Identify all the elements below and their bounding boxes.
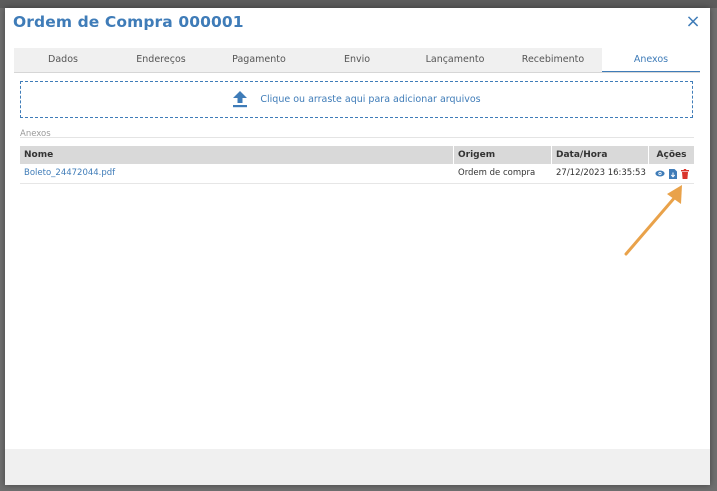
view-button[interactable] bbox=[654, 170, 665, 177]
tab-pagamento[interactable]: Pagamento bbox=[210, 48, 308, 72]
dialog-title: Ordem de Compra 000001 bbox=[13, 13, 244, 31]
tab-anexos[interactable]: Anexos bbox=[602, 48, 700, 73]
column-header-name[interactable]: Nome bbox=[20, 146, 454, 164]
backdrop bbox=[0, 0, 717, 8]
tab-bar: Dados Endereços Pagamento Envio Lançamen… bbox=[14, 48, 700, 73]
file-dropzone[interactable]: Clique ou arraste aqui para adicionar ar… bbox=[20, 81, 693, 118]
tab-enderecos[interactable]: Endereços bbox=[112, 48, 210, 72]
purchase-order-dialog: Ordem de Compra 000001 × Dados Endereços… bbox=[5, 8, 710, 485]
tab-envio[interactable]: Envio bbox=[308, 48, 406, 72]
column-header-datetime[interactable]: Data/Hora bbox=[552, 146, 649, 164]
tab-recebimento[interactable]: Recebimento bbox=[504, 48, 602, 72]
row-origin: Ordem de compra bbox=[458, 168, 536, 178]
delete-icon bbox=[680, 168, 689, 179]
attachments-table: Nome Origem Data/Hora Ações Boleto_24472… bbox=[20, 146, 694, 184]
column-header-actions: Ações bbox=[656, 150, 687, 160]
upload-icon bbox=[233, 91, 248, 108]
column-header-origin[interactable]: Origem bbox=[454, 146, 552, 164]
dialog-footer bbox=[5, 449, 710, 485]
close-button[interactable]: × bbox=[685, 11, 701, 32]
tabs-divider bbox=[14, 72, 700, 73]
delete-button[interactable] bbox=[680, 168, 689, 179]
download-button[interactable] bbox=[668, 168, 677, 179]
dropzone-text: Clique ou arraste aqui para adicionar ar… bbox=[260, 94, 481, 105]
view-icon bbox=[654, 170, 665, 177]
download-icon bbox=[668, 168, 677, 179]
table-row: Boleto_24472044.pdf Ordem de compra 27/1… bbox=[20, 164, 694, 184]
table-header: Nome Origem Data/Hora Ações bbox=[20, 146, 694, 164]
annotation-arrow-icon bbox=[624, 185, 682, 256]
close-icon: × bbox=[685, 11, 701, 32]
section-divider bbox=[20, 137, 694, 138]
tab-dados[interactable]: Dados bbox=[14, 48, 112, 72]
file-name-link[interactable]: Boleto_24472044.pdf bbox=[24, 168, 115, 178]
tab-lancamento[interactable]: Lançamento bbox=[406, 48, 504, 72]
